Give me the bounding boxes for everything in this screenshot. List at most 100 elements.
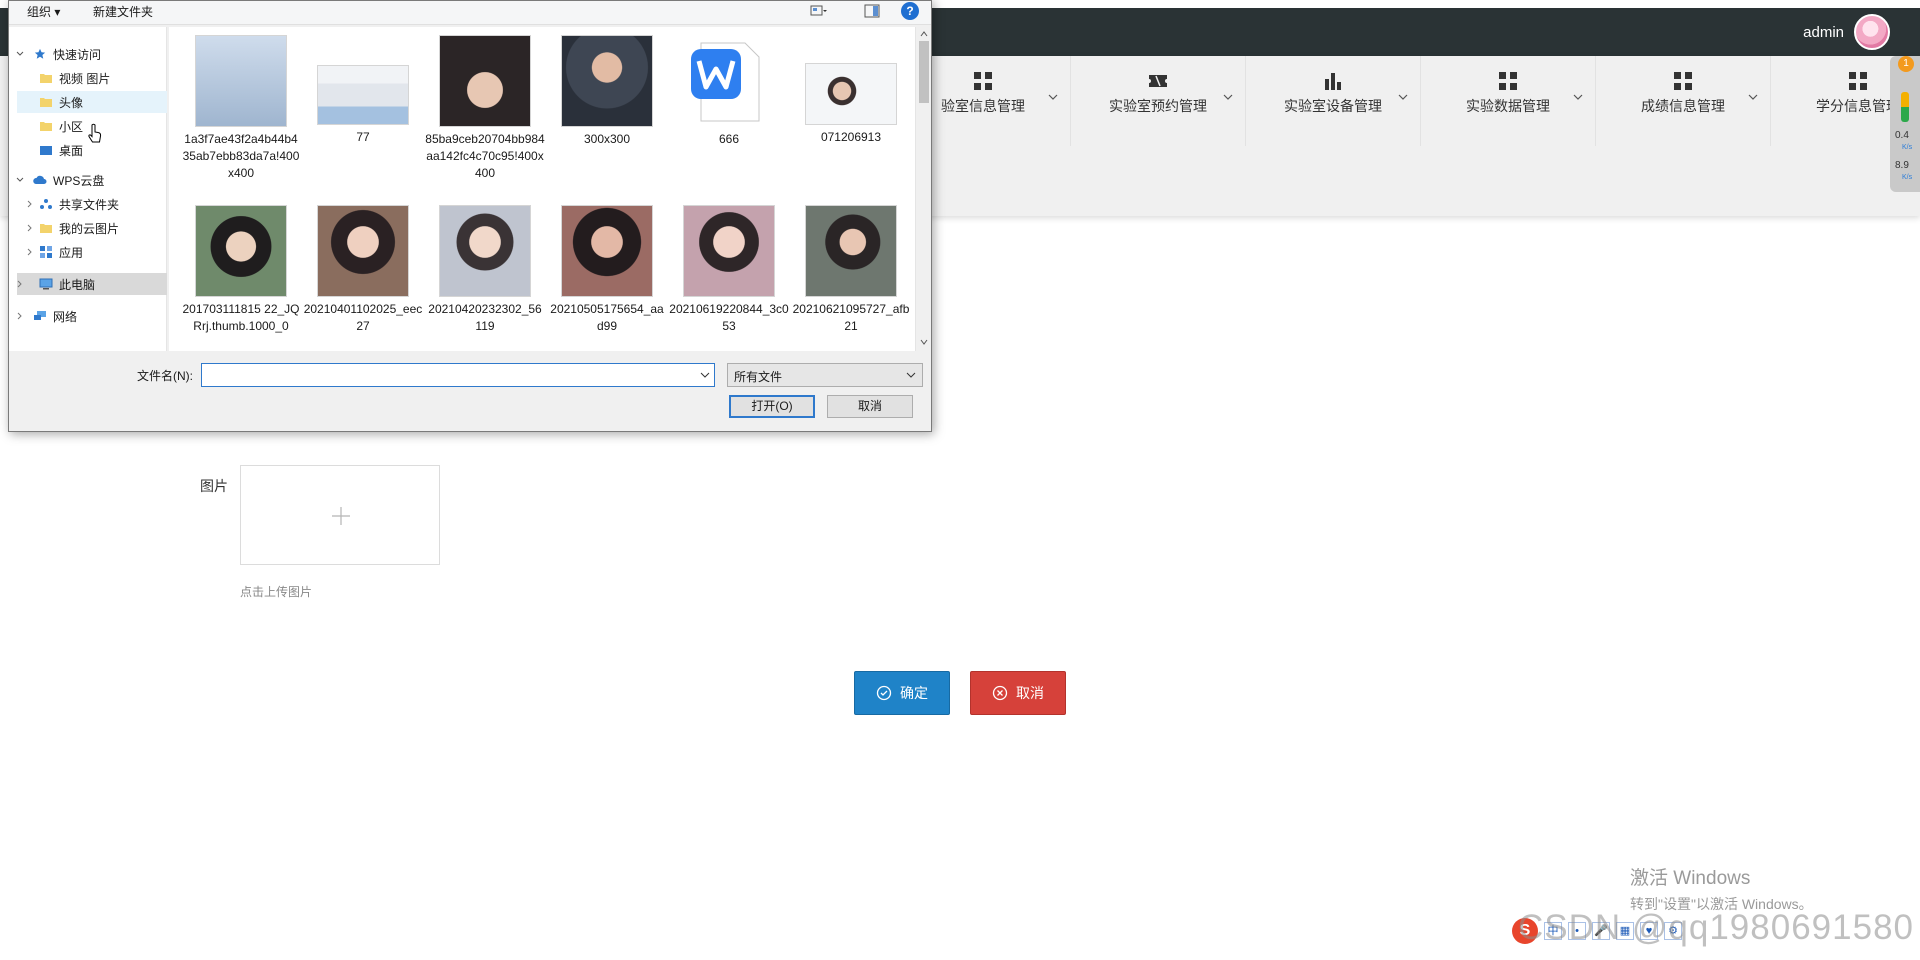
nav-lab-booking[interactable]: 实验室预约管理	[1070, 56, 1245, 146]
chevron-down-icon[interactable]	[15, 175, 25, 185]
desktop-icon	[40, 146, 52, 155]
folder-icon	[40, 122, 52, 131]
file-thumbnail	[683, 35, 775, 127]
filename-label: 文件名(N):	[137, 369, 193, 383]
chevron-right-icon[interactable]	[25, 223, 35, 233]
nav-grades[interactable]: 成绩信息管理	[1595, 56, 1770, 146]
file-item[interactable]: 20210420232302_56119	[425, 205, 545, 335]
image-uploader[interactable]	[240, 465, 440, 565]
file-name: 20210619220844_3c053	[669, 302, 789, 333]
scrollbar-thumb[interactable]	[919, 41, 929, 103]
dialog-toolbar: 组织 ▾ 新建文件夹 ?	[9, 1, 931, 25]
scroll-up-icon[interactable]	[919, 29, 929, 39]
file-item[interactable]: 20210505175654_aad99	[547, 205, 667, 335]
folder-icon	[40, 224, 52, 233]
chevron-down-icon[interactable]	[700, 371, 710, 379]
plus-icon	[332, 507, 350, 525]
nav-label: 实验室预约管理	[1109, 98, 1207, 114]
nav-experiment-data[interactable]: 实验数据管理	[1420, 56, 1595, 146]
tree-quick-access[interactable]: 快速访问	[33, 43, 163, 65]
preview-pane-icon[interactable]	[863, 3, 881, 19]
tree-label: 桌面	[59, 143, 84, 158]
tree-videos-pictures[interactable]: 视频 图片	[39, 67, 163, 89]
nav-label: 成绩信息管理	[1641, 98, 1725, 114]
grid-icon	[1849, 72, 1867, 90]
chevron-right-icon[interactable]	[15, 311, 25, 321]
file-name: 20210420232302_56119	[428, 302, 542, 333]
file-type-select[interactable]: 所有文件	[727, 363, 923, 387]
user-menu[interactable]: admin	[1803, 14, 1890, 50]
chevron-right-icon[interactable]	[25, 247, 35, 257]
nav-label: 实验室设备管理	[1284, 98, 1382, 114]
cloud-icon	[33, 175, 47, 184]
file-grid-scrollbar[interactable]	[915, 27, 931, 351]
tree-shared-folder[interactable]: 共享文件夹	[39, 193, 163, 215]
confirm-button[interactable]: 确定	[854, 671, 950, 715]
tree-avatar-folder[interactable]: 头像	[17, 91, 167, 113]
chevron-down-icon[interactable]	[15, 49, 25, 59]
file-item[interactable]: 666	[669, 35, 789, 148]
hand-cursor-icon	[88, 123, 102, 143]
tree-network[interactable]: 网络	[33, 305, 163, 327]
file-item[interactable]: 77	[303, 35, 423, 146]
grid-icon	[1499, 72, 1517, 90]
file-item[interactable]: 300x300	[547, 35, 667, 148]
file-item[interactable]: 071206913	[791, 35, 911, 146]
chevron-down-icon	[1573, 94, 1583, 100]
chevron-right-icon[interactable]	[15, 279, 25, 289]
tree-label: 共享文件夹	[59, 197, 120, 212]
dialog-footer: 文件名(N): 所有文件 打开(O) 取消	[9, 353, 931, 431]
cancel-label: 取消	[1016, 685, 1044, 701]
star-icon	[34, 48, 46, 59]
username: admin	[1803, 23, 1844, 41]
file-grid: 1a3f7ae43f2a4b44b435ab7ebb83da7a!400x400…	[169, 27, 915, 351]
activation-title: 激活 Windows	[1630, 868, 1751, 889]
cancel-button[interactable]: 取消	[970, 671, 1066, 715]
computer-icon	[39, 278, 53, 290]
tree-apps[interactable]: 应用	[39, 241, 163, 263]
filename-input[interactable]	[201, 363, 715, 387]
csdn-watermark: CSDN @qq1980691580	[1517, 908, 1914, 947]
chevron-down-icon	[1048, 94, 1058, 100]
tree-this-pc[interactable]: 此电脑	[17, 273, 167, 295]
file-item[interactable]: 201703111815 22_JQRrj.thumb.1000_0	[181, 205, 301, 335]
file-item[interactable]: 20210621095727_afb21	[791, 205, 911, 335]
file-name: 071206913	[820, 130, 882, 144]
file-item[interactable]: 20210619220844_3c053	[669, 205, 789, 335]
file-item[interactable]: 85ba9ceb20704bb984aa142fc4c70c95!400x400	[425, 35, 545, 182]
file-item[interactable]: 1a3f7ae43f2a4b44b435ab7ebb83da7a!400x400	[181, 35, 301, 182]
tree-label: 视频 图片	[59, 71, 111, 86]
file-name: 85ba9ceb20704bb984aa142fc4c70c95!400x400	[425, 132, 545, 180]
grid-icon	[1674, 72, 1692, 90]
grid-icon	[974, 72, 992, 90]
organize-menu[interactable]: 组织 ▾	[27, 3, 60, 20]
file-name: 666	[718, 132, 740, 146]
network-speed-widget[interactable]: 1 0.4 K/s 8.9 K/s	[1890, 56, 1920, 192]
chevron-down-icon	[1748, 94, 1758, 100]
nav-lab-equipment[interactable]: 实验室设备管理	[1245, 56, 1420, 146]
tree-label: 网络	[53, 309, 78, 324]
file-thumbnail	[561, 205, 653, 297]
new-folder-button[interactable]: 新建文件夹	[93, 3, 153, 20]
file-item[interactable]: 20210401102025_eec27	[303, 205, 423, 335]
upload-speed: 0.4	[1895, 130, 1909, 141]
tree-my-cloud-pictures[interactable]: 我的云图片	[39, 217, 163, 239]
avatar[interactable]	[1854, 14, 1890, 50]
file-thumbnail	[561, 35, 653, 127]
scroll-down-icon[interactable]	[919, 337, 929, 347]
help-icon[interactable]: ?	[901, 2, 919, 20]
file-name: 20210401102025_eec27	[303, 302, 423, 333]
view-options-icon[interactable]	[809, 3, 827, 19]
dialog-cancel-button[interactable]: 取消	[827, 395, 913, 418]
folder-icon	[40, 74, 52, 83]
speed-bar	[1901, 92, 1909, 122]
file-thumbnail	[195, 35, 287, 127]
file-name: 20210621095727_afb21	[792, 302, 910, 333]
tree-wps-cloud[interactable]: WPS云盘	[33, 169, 163, 191]
tree-label: 我的云图片	[59, 221, 120, 236]
chevron-right-icon[interactable]	[25, 199, 35, 209]
open-button[interactable]: 打开(O)	[729, 395, 815, 418]
chevron-down-icon	[1398, 94, 1408, 100]
file-open-dialog: 组织 ▾ 新建文件夹 ? 快速访问 视频 图片 头像 小区 桌面 WPS云盘 共…	[8, 0, 932, 432]
folder-icon	[40, 98, 52, 107]
